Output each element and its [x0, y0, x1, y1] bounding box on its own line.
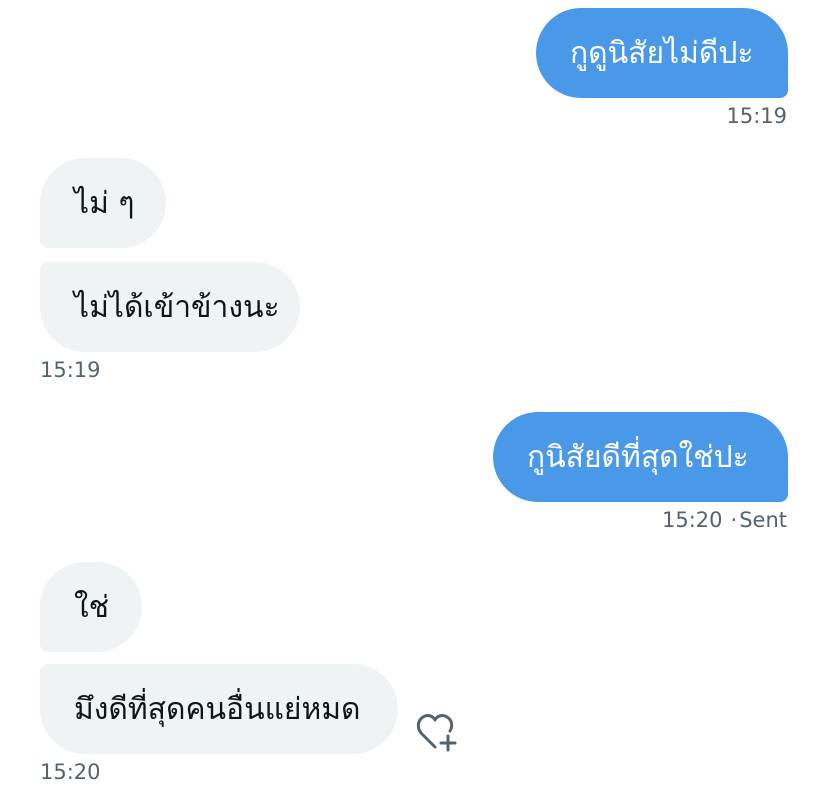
incoming-message-bubble[interactable]: ไม่ได้เข้าข้างนะ — [40, 262, 300, 352]
message-timestamp: 15:19 — [726, 104, 787, 128]
message-text: ใช่ — [74, 589, 110, 625]
message-timestamp: 15:19 — [40, 358, 101, 382]
message-text: กูดูนิสัยไม่ดีปะ — [570, 35, 754, 71]
message-text: ไม่ได้เข้าข้างนะ — [74, 289, 280, 325]
sent-status: Sent — [739, 508, 787, 532]
outgoing-message-bubble[interactable]: กูดูนิสัยไม่ดีปะ — [536, 8, 788, 98]
message-text: กูนิสัยดีที่สุดใช่ปะ — [527, 439, 749, 475]
incoming-message-bubble[interactable]: มึงดีที่สุดคนอื่นแย่หมด — [40, 664, 398, 754]
incoming-message-bubble[interactable]: ใช่ — [40, 562, 142, 652]
message-text: ไม่ ๆ — [74, 185, 135, 221]
heart-plus-icon[interactable] — [414, 708, 462, 756]
outgoing-message-bubble[interactable]: กูนิสัยดีที่สุดใช่ปะ — [493, 412, 788, 502]
message-timestamp: 15:20 ·Sent — [661, 508, 787, 532]
incoming-message-bubble[interactable]: ไม่ ๆ — [40, 158, 166, 248]
message-timestamp: 15:20 — [40, 760, 101, 784]
message-text: มึงดีที่สุดคนอื่นแย่หมด — [74, 691, 361, 727]
